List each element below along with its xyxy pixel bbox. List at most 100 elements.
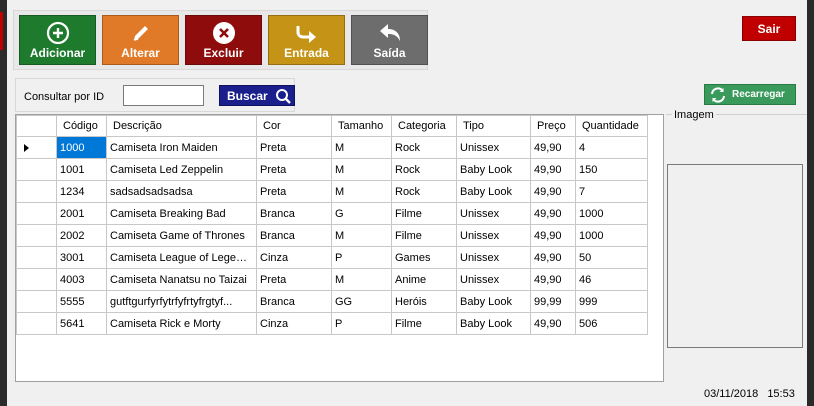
table-cell[interactable]: 46 [575, 268, 648, 291]
table-row[interactable]: 4003 Camiseta Nanatsu no Taizai Preta M Anim… [16, 268, 648, 291]
table-cell[interactable]: gutftgurfyrfytrfyfrtyfrgtyf... [106, 290, 257, 313]
table-cell[interactable]: Filme [391, 312, 457, 335]
add-button[interactable]: Adicionar [19, 15, 96, 65]
table-cell[interactable]: 4 [575, 136, 648, 159]
column-header[interactable]: Tipo [456, 115, 531, 137]
table-cell[interactable]: Unissex [456, 202, 531, 225]
table-cell[interactable]: Camiseta Iron Maiden [106, 136, 257, 159]
row-header[interactable] [16, 268, 57, 291]
table-row[interactable]: 5555 gutftgurfyrfytrfyfrtyfrgtyf... Branca… [16, 290, 648, 313]
table-cell[interactable]: Baby Look [456, 180, 531, 203]
table-cell[interactable]: Filme [391, 202, 457, 225]
table-cell[interactable]: G [331, 202, 392, 225]
table-cell[interactable]: Anime [391, 268, 457, 291]
table-cell[interactable]: 1000 [56, 136, 107, 159]
table-cell[interactable]: sadsadsadsadsa [106, 180, 257, 203]
table-cell[interactable]: Preta [256, 136, 332, 159]
table-cell[interactable]: 1234 [56, 180, 107, 203]
table-cell[interactable]: 4003 [56, 268, 107, 291]
table-cell[interactable]: 49,90 [530, 180, 576, 203]
row-header[interactable] [16, 290, 57, 313]
table-cell[interactable]: 49,90 [530, 202, 576, 225]
table-cell[interactable]: Unissex [456, 136, 531, 159]
table-cell[interactable]: Filme [391, 224, 457, 247]
row-header[interactable] [16, 202, 57, 225]
table-row[interactable]: 3001 Camiseta League of Legends Cinza P Game… [16, 246, 648, 269]
row-header[interactable] [16, 246, 57, 269]
table-cell[interactable]: Camiseta Game of Thrones [106, 224, 257, 247]
table-row[interactable]: 2002 Camiseta Game of Thrones Branca M Filme… [16, 224, 648, 247]
table-cell[interactable]: 3001 [56, 246, 107, 269]
table-cell[interactable]: Baby Look [456, 158, 531, 181]
table-cell[interactable]: Baby Look [456, 312, 531, 335]
reload-button[interactable]: Recarregar [704, 84, 796, 105]
table-cell[interactable]: M [331, 268, 392, 291]
table-cell[interactable]: 506 [575, 312, 648, 335]
table-cell[interactable]: GG [331, 290, 392, 313]
delete-button[interactable]: Excluir [185, 15, 262, 65]
column-header[interactable]: Descrição [106, 115, 257, 137]
table-cell[interactable]: M [331, 136, 392, 159]
table-cell[interactable]: Heróis [391, 290, 457, 313]
table-cell[interactable]: Rock [391, 158, 457, 181]
table-cell[interactable]: 150 [575, 158, 648, 181]
table-cell[interactable]: Camiseta Led Zeppelin [106, 158, 257, 181]
table-cell[interactable]: 49,90 [530, 312, 576, 335]
table-cell[interactable]: 99,99 [530, 290, 576, 313]
table-cell[interactable]: Preta [256, 268, 332, 291]
table-cell[interactable]: Camiseta Breaking Bad [106, 202, 257, 225]
table-cell[interactable]: Games [391, 246, 457, 269]
table-cell[interactable]: Rock [391, 136, 457, 159]
table-cell[interactable]: Branca [256, 202, 332, 225]
table-cell[interactable]: 1001 [56, 158, 107, 181]
column-header[interactable]: Quantidade [575, 115, 648, 137]
table-row[interactable]: 2001 Camiseta Breaking Bad Branca G Filme Uni… [16, 202, 648, 225]
table-cell[interactable]: Preta [256, 158, 332, 181]
table-cell[interactable]: Cinza [256, 312, 332, 335]
products-grid[interactable]: Código Descrição Cor Tamanho Categoria T… [15, 114, 664, 382]
column-header[interactable]: Categoria [391, 115, 457, 137]
table-cell[interactable]: Camiseta Rick e Morty [106, 312, 257, 335]
table-cell[interactable]: 50 [575, 246, 648, 269]
table-cell[interactable]: M [331, 224, 392, 247]
row-header[interactable] [16, 180, 57, 203]
column-header[interactable]: Código [56, 115, 107, 137]
table-cell[interactable]: Baby Look [456, 290, 531, 313]
table-cell[interactable]: 999 [575, 290, 648, 313]
table-cell[interactable]: Cinza [256, 246, 332, 269]
table-cell[interactable]: 5555 [56, 290, 107, 313]
table-cell[interactable]: 1000 [575, 224, 648, 247]
table-cell[interactable]: M [331, 158, 392, 181]
table-row[interactable]: 1001 Camiseta Led Zeppelin Preta M Rock Baby … [16, 158, 648, 181]
table-cell[interactable]: 2002 [56, 224, 107, 247]
column-header[interactable]: Preço [530, 115, 576, 137]
row-header[interactable] [16, 136, 57, 159]
table-cell[interactable]: 7 [575, 180, 648, 203]
table-cell[interactable]: Rock [391, 180, 457, 203]
table-cell[interactable]: 49,90 [530, 158, 576, 181]
table-cell[interactable]: 2001 [56, 202, 107, 225]
table-cell[interactable]: Unissex [456, 224, 531, 247]
search-button[interactable]: Buscar [219, 85, 295, 106]
table-cell[interactable]: Unissex [456, 246, 531, 269]
exit-button[interactable]: Sair [742, 16, 796, 41]
table-cell[interactable]: 49,90 [530, 246, 576, 269]
row-header[interactable] [16, 312, 57, 335]
edit-button[interactable]: Alterar [102, 15, 179, 65]
column-header[interactable]: Tamanho [331, 115, 392, 137]
table-cell[interactable]: P [331, 312, 392, 335]
row-header[interactable] [16, 224, 57, 247]
table-cell[interactable]: 49,90 [530, 224, 576, 247]
table-cell[interactable]: 49,90 [530, 136, 576, 159]
table-cell[interactable]: Branca [256, 290, 332, 313]
table-cell[interactable]: 49,90 [530, 268, 576, 291]
search-id-input[interactable] [123, 85, 204, 106]
table-cell[interactable]: Unissex [456, 268, 531, 291]
table-cell[interactable]: Branca [256, 224, 332, 247]
table-cell[interactable]: 1000 [575, 202, 648, 225]
table-row[interactable]: 5641 Camiseta Rick e Morty Cinza P Filme Baby… [16, 312, 648, 335]
row-header[interactable] [16, 158, 57, 181]
table-row[interactable]: 1000 Camiseta Iron Maiden Preta M Rock Unisse… [16, 136, 648, 159]
stock-in-button[interactable]: Entrada [268, 15, 345, 65]
table-cell[interactable]: Camiseta League of Legends [106, 246, 257, 269]
